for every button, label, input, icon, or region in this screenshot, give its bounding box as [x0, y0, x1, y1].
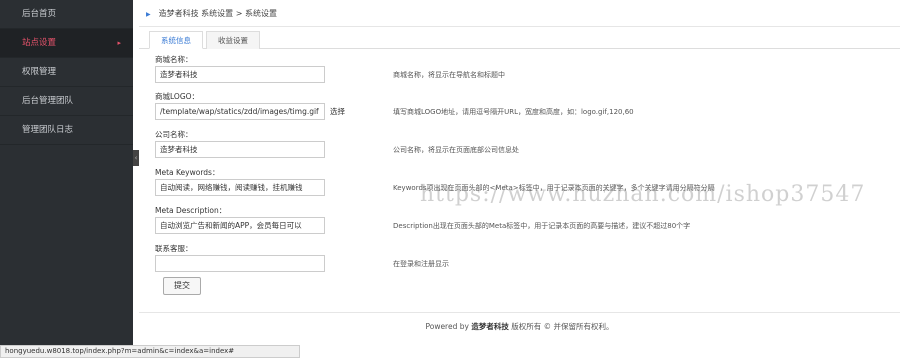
breadcrumb-text: 造梦者科技 系统设置 > 系统设置 — [158, 9, 277, 18]
sidebar-item-site-settings[interactable]: 站点设置 ▸ — [0, 29, 133, 58]
footer: Powered by 造梦者科技 版权所有 © 并保留所有权利。 — [139, 312, 900, 340]
sidebar-item-label: 后台管理团队 — [22, 96, 74, 106]
status-bar-url: hongyuedu.w8018.top/index.php?m=admin&c=… — [0, 345, 300, 358]
triangle-right-icon: ▶ — [146, 11, 151, 18]
sidebar-item-home[interactable]: 后台首页 — [0, 0, 133, 29]
breadcrumb: ▶ 造梦者科技 系统设置 > 系统设置 — [139, 0, 900, 27]
field-company: 公司名称： 造梦者科技 公司名称，将显示在页面底部公司信息处 — [155, 129, 875, 167]
field-shop-name: 商城名称： 造梦者科技 商城名称，将显示在导航名和标题中 — [155, 54, 875, 92]
tab-bar: 系统信息 收益设置 — [139, 31, 900, 49]
shop-name-label: 商城名称： — [155, 55, 193, 64]
service-label: 联系客服： — [155, 244, 193, 253]
company-input[interactable]: 造梦者科技 — [155, 141, 325, 158]
sidebar-item-label: 管理团队日志 — [22, 125, 74, 135]
sidebar-item-label: 权限管理 — [22, 67, 57, 77]
sidebar-item-permissions[interactable]: 权限管理 — [0, 58, 133, 87]
field-meta-description: Meta Description： 自动浏览广告和新闻的APP，会员每日可以 D… — [155, 205, 875, 243]
sidebar-item-label: 站点设置 — [22, 38, 57, 48]
sidebar-item-label: 后台首页 — [22, 9, 57, 19]
main-content: ▶ 造梦者科技 系统设置 > 系统设置 系统信息 收益设置 商城名称： 造梦者科技 … — [139, 0, 900, 345]
sidebar: 后台首页 站点设置 ▸ 权限管理 后台管理团队 管理团队日志 — [0, 0, 133, 345]
shop-name-hint: 商城名称，将显示在导航名和标题中 — [393, 71, 505, 79]
sidebar-item-team-log[interactable]: 管理团队日志 — [0, 116, 133, 145]
tab-revenue-settings[interactable]: 收益设置 — [206, 31, 260, 49]
caret-right-icon: ▸ — [117, 39, 121, 47]
field-shop-logo: 商城LOGO： /template/wap/statics/zdd/images… — [155, 91, 875, 129]
footer-brand: 造梦者科技 — [471, 322, 509, 331]
shop-logo-input[interactable]: /template/wap/statics/zdd/images/timg.gi… — [155, 103, 325, 120]
meta-keywords-hint: Keywords项出现在页面头部的<Meta>标签中，用于记录本页面的关键字，多… — [393, 184, 715, 192]
service-input[interactable] — [155, 255, 325, 272]
footer-prefix: Powered by — [425, 322, 469, 331]
choose-logo-button[interactable]: 选择 — [330, 106, 345, 117]
sidebar-item-admin-team[interactable]: 后台管理团队 — [0, 87, 133, 116]
shop-logo-hint: 填写商城LOGO地址，请用逗号隔开URL，宽度和高度，如：logo.gif,12… — [393, 108, 634, 116]
submit-button[interactable]: 提交 — [163, 277, 201, 295]
meta-description-input[interactable]: 自动浏览广告和新闻的APP，会员每日可以 — [155, 217, 325, 234]
company-label: 公司名称： — [155, 130, 193, 139]
shop-name-input[interactable]: 造梦者科技 — [155, 66, 325, 83]
company-hint: 公司名称，将显示在页面底部公司信息处 — [393, 146, 519, 154]
service-hint: 在登录和注册显示 — [393, 260, 449, 268]
footer-suffix: 版权所有 © 并保留所有权利。 — [511, 322, 614, 331]
meta-description-label: Meta Description： — [155, 206, 227, 215]
field-service: 联系客服： 在登录和注册显示 — [155, 243, 875, 281]
meta-keywords-input[interactable]: 自动阅读，网络赚钱，阅读赚钱，挂机赚钱 — [155, 179, 325, 196]
meta-keywords-label: Meta Keywords： — [155, 168, 220, 177]
shop-logo-label: 商城LOGO： — [155, 92, 200, 101]
field-meta-keywords: Meta Keywords： 自动阅读，网络赚钱，阅读赚钱，挂机赚钱 Keywo… — [155, 167, 875, 205]
tab-system-info[interactable]: 系统信息 — [149, 31, 203, 49]
meta-description-hint: Description出现在页面头部的Meta标签中，用于记录本页面的高要与描述… — [393, 222, 691, 230]
